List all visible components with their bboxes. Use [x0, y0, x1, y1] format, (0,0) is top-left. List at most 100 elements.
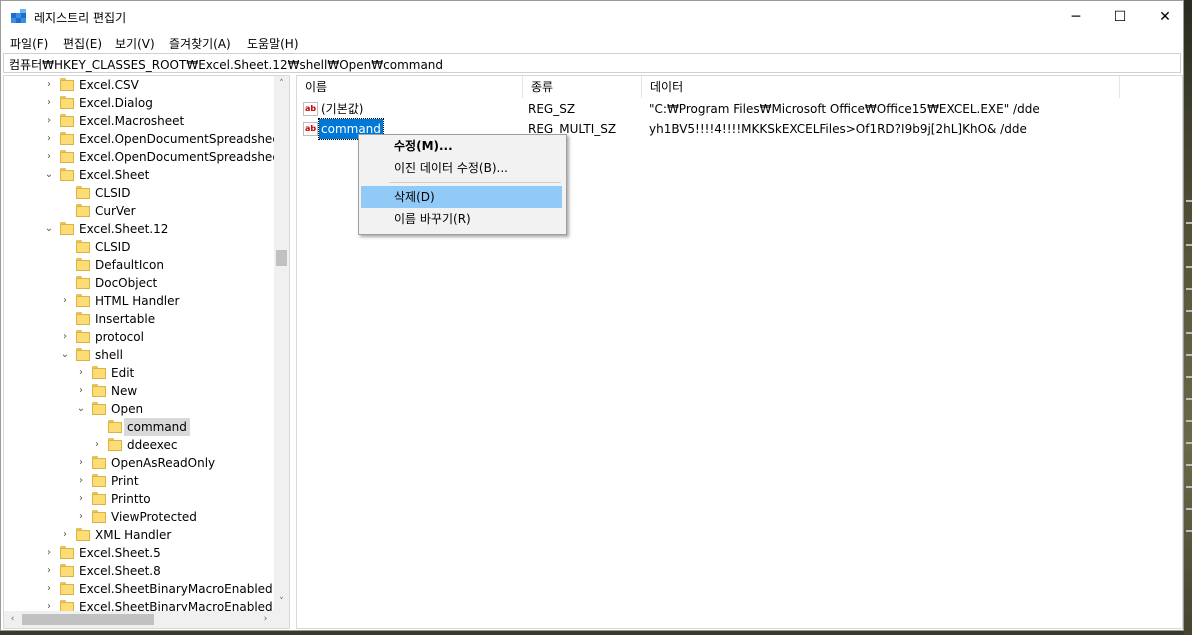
- chevron-right-icon[interactable]: ›: [44, 148, 54, 166]
- tree-item-label: ddeexec: [127, 438, 178, 452]
- chevron-down-icon[interactable]: ⌄: [76, 400, 86, 418]
- tree-item[interactable]: › New: [4, 382, 274, 400]
- menu-bar: 파일(F) 편집(E) 보기(V) 즐겨찾기(A) 도움말(H): [1, 32, 1183, 52]
- tree-item[interactable]: › Print: [4, 472, 274, 490]
- tree-item[interactable]: › OpenAsReadOnly: [4, 454, 274, 472]
- value-row[interactable]: ab (기본값) REG_SZ "C:₩Program Files₩Micros…: [297, 99, 1177, 119]
- tree-item[interactable]: CLSID: [4, 238, 274, 256]
- context-menu-rename[interactable]: 이름 바꾸기(R): [361, 208, 562, 230]
- tree-item-label: Excel.Sheet: [79, 168, 150, 182]
- chevron-right-icon[interactable]: ›: [76, 382, 86, 400]
- address-bar[interactable]: 컴퓨터₩HKEY_CLASSES_ROOT₩Excel.Sheet.12₩she…: [3, 53, 1181, 73]
- tree-item[interactable]: › Excel.Sheet.5: [4, 544, 274, 562]
- folder-icon: [92, 474, 106, 487]
- folder-icon: [60, 546, 74, 559]
- scroll-left-arrow-icon[interactable]: ‹: [4, 611, 21, 628]
- tree-item-label: ViewProtected: [111, 510, 197, 524]
- tree-item[interactable]: CLSID: [4, 184, 274, 202]
- chevron-right-icon[interactable]: ›: [44, 580, 54, 598]
- tree-item-label: Excel.CSV: [79, 78, 139, 92]
- context-menu-modify-binary[interactable]: 이진 데이터 수정(B)...: [361, 157, 562, 179]
- minimize-button[interactable]: ─: [1053, 1, 1099, 32]
- tree-item[interactable]: ⌄ Excel.Sheet: [4, 166, 274, 184]
- tree-item[interactable]: Insertable: [4, 310, 274, 328]
- tree-item[interactable]: › XML Handler: [4, 526, 274, 544]
- chevron-down-icon[interactable]: ⌄: [60, 346, 70, 364]
- chevron-right-icon[interactable]: ›: [76, 364, 86, 382]
- tree-item[interactable]: › Excel.CSV: [4, 76, 274, 94]
- tree-item[interactable]: ⌄ Excel.Sheet.12: [4, 220, 274, 238]
- tree-vertical-scrollbar[interactable]: ˄ ˅: [274, 76, 289, 611]
- chevron-down-icon[interactable]: ⌄: [44, 166, 54, 184]
- chevron-right-icon[interactable]: ›: [44, 130, 54, 148]
- chevron-right-icon[interactable]: ›: [44, 544, 54, 562]
- chevron-right-icon[interactable]: ›: [76, 490, 86, 508]
- chevron-right-icon[interactable]: ›: [60, 292, 70, 310]
- column-header-name[interactable]: 이름: [297, 76, 523, 98]
- key-tree-pane[interactable]: › Excel.CSV › Excel.Dialog › Excel.Macrosheet…: [3, 75, 290, 629]
- tree-horizontal-scrollbar[interactable]: ‹ ›: [4, 611, 274, 628]
- tree-item[interactable]: › Excel.OpenDocumentSpreadsheet: [4, 130, 284, 148]
- scroll-down-arrow-icon[interactable]: ˅: [274, 594, 289, 611]
- folder-icon: [92, 456, 106, 469]
- folder-icon: [60, 582, 74, 595]
- tree-item[interactable]: CurVer: [4, 202, 274, 220]
- menu-view[interactable]: 보기(V): [115, 35, 155, 52]
- tree-item[interactable]: › Printto: [4, 490, 274, 508]
- tree-item[interactable]: › Excel.Macrosheet: [4, 112, 274, 130]
- scrollbar-corner: [274, 611, 289, 628]
- tree-item[interactable]: › Excel.Sheet.8: [4, 562, 274, 580]
- tree-item[interactable]: › Excel.Dialog: [4, 94, 274, 112]
- tree-item-label: CLSID: [95, 186, 131, 200]
- tree-item[interactable]: › HTML Handler: [4, 292, 274, 310]
- menu-edit[interactable]: 편집(E): [63, 35, 102, 52]
- tree-item[interactable]: › Excel.SheetBinaryMacroEnabled: [4, 580, 274, 598]
- no-expander: [60, 256, 70, 274]
- menu-favorites[interactable]: 즐겨찾기(A): [169, 35, 231, 52]
- title-bar[interactable]: 레지스트리 편집기 ─ ☐ ✕: [1, 1, 1183, 32]
- folder-icon: [76, 240, 90, 253]
- chevron-right-icon[interactable]: ›: [92, 436, 102, 454]
- tree-item[interactable]: › Excel.OpenDocumentSpreadsheet.12: [4, 148, 289, 166]
- context-menu-delete[interactable]: 삭제(D): [361, 186, 562, 208]
- chevron-right-icon[interactable]: ›: [60, 526, 70, 544]
- tree-item[interactable]: DefaultIcon: [4, 256, 274, 274]
- chevron-right-icon[interactable]: ›: [44, 94, 54, 112]
- tree-item-label: CLSID: [95, 240, 131, 254]
- tree-scroll-thumb[interactable]: [276, 250, 287, 266]
- tree-hscroll-thumb[interactable]: [22, 614, 154, 625]
- scroll-up-arrow-icon[interactable]: ˄: [274, 76, 289, 93]
- tree-item-label: HTML Handler: [95, 294, 180, 308]
- tree-item[interactable]: › ViewProtected: [4, 508, 274, 526]
- chevron-right-icon[interactable]: ›: [76, 472, 86, 490]
- tree-item[interactable]: › Edit: [4, 364, 274, 382]
- tree-item[interactable]: command: [4, 418, 274, 436]
- folder-icon: [92, 384, 106, 397]
- chevron-right-icon[interactable]: ›: [44, 562, 54, 580]
- folder-icon: [76, 330, 90, 343]
- string-value-icon: ab: [303, 102, 318, 116]
- column-header-type[interactable]: 종류: [523, 76, 642, 98]
- chevron-right-icon[interactable]: ›: [60, 328, 70, 346]
- folder-icon: [108, 420, 122, 433]
- context-menu-modify[interactable]: 수정(M)...: [361, 135, 562, 157]
- menu-file[interactable]: 파일(F): [10, 35, 48, 52]
- chevron-down-icon[interactable]: ⌄: [44, 220, 54, 238]
- tree-item[interactable]: › protocol: [4, 328, 274, 346]
- chevron-right-icon[interactable]: ›: [44, 76, 54, 94]
- menu-help[interactable]: 도움말(H): [247, 35, 299, 52]
- tree-item[interactable]: ⌄ Open: [4, 400, 274, 418]
- column-header-data[interactable]: 데이터: [642, 76, 1120, 98]
- tree-item-label: Excel.Sheet.8: [79, 564, 161, 578]
- tree-item[interactable]: ⌄ shell: [4, 346, 274, 364]
- folder-icon: [60, 168, 74, 181]
- tree-item[interactable]: DocObject: [4, 274, 274, 292]
- close-button[interactable]: ✕: [1142, 1, 1188, 32]
- chevron-right-icon[interactable]: ›: [44, 112, 54, 130]
- maximize-button[interactable]: ☐: [1097, 1, 1143, 32]
- folder-icon: [60, 150, 74, 163]
- chevron-right-icon[interactable]: ›: [76, 454, 86, 472]
- tree-item[interactable]: › ddeexec: [4, 436, 274, 454]
- chevron-right-icon[interactable]: ›: [76, 508, 86, 526]
- scroll-right-arrow-icon[interactable]: ›: [257, 611, 274, 628]
